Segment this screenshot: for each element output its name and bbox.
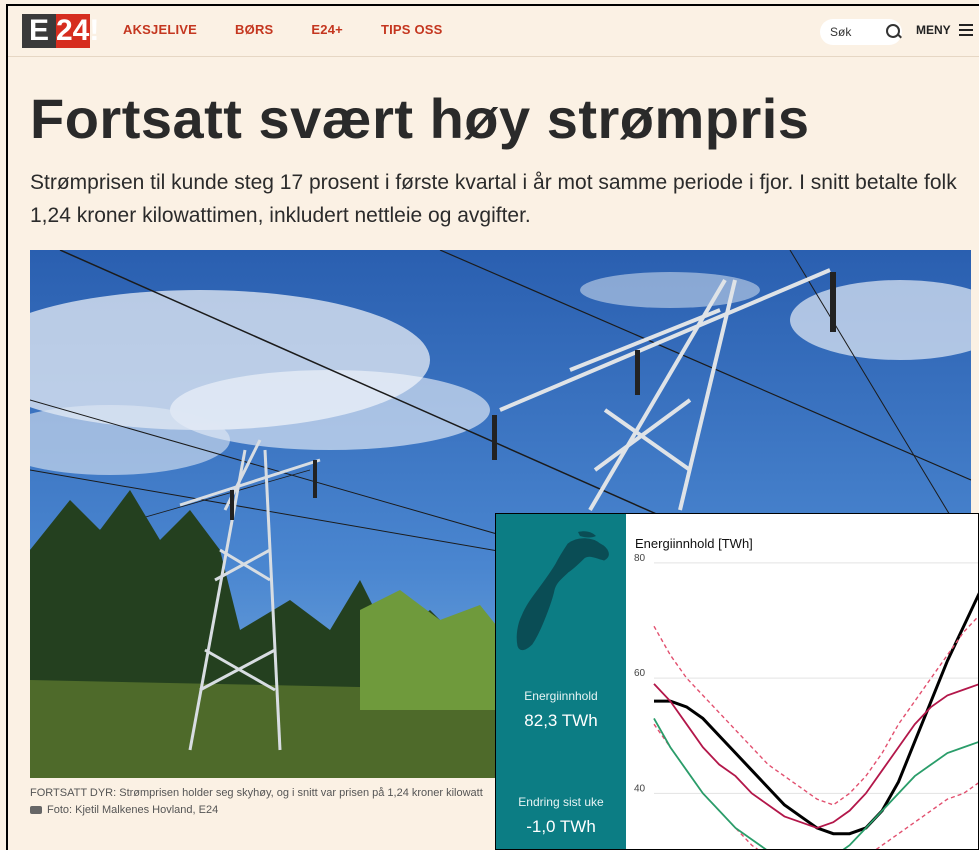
norway-map-icon: [516, 531, 609, 651]
chart-plot: 40 60 80: [634, 553, 978, 849]
search-input[interactable]: Søk: [830, 25, 851, 39]
e24-logo[interactable]: E 24!: [22, 14, 100, 48]
series-line-dashed: [653, 615, 978, 806]
energy-chart: Energiinnhold [TWh] 40 60 80: [626, 514, 978, 849]
logo-right: 24!: [56, 14, 100, 48]
series-line-dashed: [653, 723, 978, 849]
photo-credit-text: Foto: Kjetil Malkenes Hovland, E24: [47, 804, 219, 816]
search-icon[interactable]: [886, 24, 900, 38]
stat-change-value: -1,0 TWh: [526, 817, 596, 836]
hamburger-icon[interactable]: [959, 24, 973, 36]
y-tick-label: 80: [634, 553, 646, 564]
menu-button[interactable]: MENY: [916, 23, 951, 37]
series-line-green: [653, 717, 978, 849]
logo-left: E: [22, 14, 56, 48]
article-title: Fortsatt svært høy strømpris: [30, 87, 810, 150]
y-tick-label: 40: [634, 783, 646, 794]
stat-energy-label: Energiinnhold: [524, 689, 598, 703]
nav-item-aksjelive[interactable]: AKSJELIVE: [123, 22, 197, 37]
article-lead: Strømprisen til kunde steg 17 prosent i …: [30, 171, 957, 227]
reservoir-chart-panel: Energiinnhold 82,3 TWh Endring sist uke …: [495, 513, 979, 850]
main-nav: AKSJELIVE BØRS E24+ TIPS OSS: [123, 22, 443, 37]
search-box[interactable]: Søk: [820, 19, 902, 45]
series-line-black: [654, 592, 978, 836]
nav-item-bors[interactable]: BØRS: [235, 22, 273, 37]
y-tick-label: 60: [634, 668, 646, 679]
camera-icon: [30, 806, 42, 814]
stat-energy-value: 82,3 TWh: [524, 711, 598, 730]
nav-item-e24plus[interactable]: E24+: [311, 22, 343, 37]
site-header: E 24! AKSJELIVE BØRS E24+ TIPS OSS Søk M…: [8, 6, 979, 57]
photo-caption: FORTSATT DYR: Strømprisen holder seg sky…: [30, 787, 483, 799]
nav-item-tips-oss[interactable]: TIPS OSS: [381, 22, 443, 37]
stat-change-label: Endring sist uke: [518, 795, 604, 809]
photo-credit: Foto: Kjetil Malkenes Hovland, E24: [30, 804, 218, 816]
chart-sidebar: Energiinnhold 82,3 TWh Endring sist uke …: [496, 514, 626, 849]
